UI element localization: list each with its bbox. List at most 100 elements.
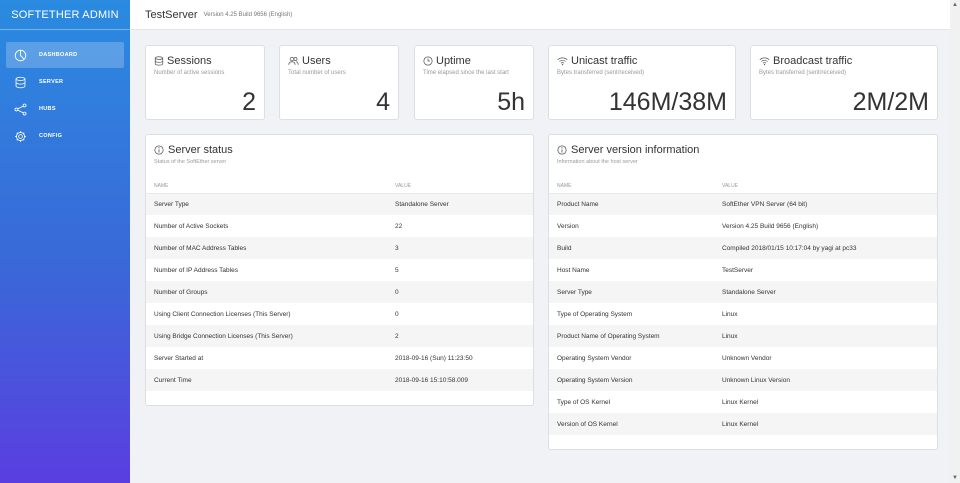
row-name: Server Type bbox=[146, 193, 387, 215]
row-name: Current Time bbox=[146, 369, 387, 391]
server-status-title: Server status bbox=[154, 144, 233, 156]
version-info-title: Server version information bbox=[557, 144, 699, 156]
row-name: Using Client Connection Licenses (This S… bbox=[154, 310, 291, 318]
table-row: Server Started at 2018-09-16 (Sun) 11:23:… bbox=[146, 347, 533, 369]
row-value: Linux bbox=[722, 310, 738, 318]
row-value: Standalone Server bbox=[714, 281, 937, 303]
table-row: Version Version 4.25 Build 9656 (English) bbox=[549, 215, 937, 237]
table-row: Product Name of Operating System Linux bbox=[549, 325, 937, 347]
sidebar-item-dashboard[interactable]: DASHBOARD bbox=[6, 42, 124, 68]
row-value: TestServer bbox=[722, 266, 754, 274]
users-card: Users Total number of users 4 bbox=[279, 45, 399, 120]
vertical-scrollbar[interactable]: ▲ ▼ bbox=[950, 0, 960, 483]
row-value: SoftEther VPN Server (64 bit) bbox=[714, 193, 937, 215]
dashboard-icon bbox=[14, 47, 36, 63]
table-row: Host Name TestServer bbox=[549, 259, 937, 281]
broadcast-card: Broadcast traffic Bytes transferred (sen… bbox=[750, 45, 938, 120]
info-icon bbox=[557, 145, 567, 155]
sidebar-item-hubs[interactable]: HUBS bbox=[6, 96, 124, 122]
row-name: Build bbox=[549, 237, 714, 259]
table-row: Version of OS Kernel Linux Kernel bbox=[549, 413, 937, 435]
server-status-table: NAME VALUE Server Type Standalone Server … bbox=[146, 179, 533, 391]
row-value: Unknown Vendor bbox=[722, 354, 772, 362]
column-header-name: NAME bbox=[146, 179, 387, 194]
table-row: Number of MAC Address Tables 3 bbox=[146, 237, 533, 259]
row-name: Version bbox=[557, 222, 579, 230]
row-name: Product Name of Operating System bbox=[549, 325, 714, 347]
server-status-panel: Server status Status of the SoftEther se… bbox=[145, 134, 534, 406]
wifi-icon bbox=[759, 57, 770, 66]
gear-icon bbox=[14, 128, 36, 144]
broadcast-subtitle: Bytes transferred (sent/received) bbox=[759, 70, 847, 76]
row-value: Linux bbox=[714, 325, 937, 347]
server-name: TestServer bbox=[145, 8, 198, 21]
row-name: Host Name bbox=[557, 266, 590, 274]
sidebar-item-label: CONFIG bbox=[39, 133, 63, 139]
row-name: Number of Groups bbox=[146, 281, 387, 303]
sessions-card: Sessions Number of active sessions 2 bbox=[145, 45, 265, 120]
sidebar-item-label: DASHBOARD bbox=[39, 52, 78, 58]
unicast-value: 146M/38M bbox=[608, 88, 727, 116]
share-icon bbox=[14, 101, 36, 117]
users-value: 4 bbox=[376, 88, 390, 116]
row-value: 22 bbox=[395, 222, 403, 230]
sessions-title: Sessions bbox=[154, 55, 212, 67]
wifi-icon bbox=[557, 57, 568, 66]
table-row: Type of Operating System Linux bbox=[549, 303, 937, 325]
sessions-subtitle: Number of active sessions bbox=[154, 70, 225, 76]
sidebar-item-label: SERVER bbox=[39, 79, 64, 85]
row-value: Linux Kernel bbox=[722, 398, 759, 406]
row-name: Using Bridge Connection Licenses (This S… bbox=[146, 325, 387, 347]
row-value: 5 bbox=[395, 266, 399, 274]
table-row: Product Name SoftEther VPN Server (64 bit… bbox=[549, 193, 937, 215]
sidebar-item-label: HUBS bbox=[39, 106, 56, 112]
version-info-table: NAME VALUE Product Name SoftEther VPN Ser… bbox=[549, 179, 937, 435]
broadcast-title: Broadcast traffic bbox=[759, 55, 852, 67]
row-name: Type of OS Kernel bbox=[557, 398, 611, 406]
row-name: Type of Operating System bbox=[557, 310, 633, 318]
top-bar: TestServer Version 4.25 Build 9656 (Engl… bbox=[130, 0, 950, 30]
row-value: 3 bbox=[387, 237, 533, 259]
table-row: Server Type Standalone Server bbox=[146, 193, 533, 215]
unicast-subtitle: Bytes transferred (sent/received) bbox=[557, 70, 645, 76]
table-header-row: NAME VALUE bbox=[146, 179, 533, 194]
row-value: 0 bbox=[395, 310, 399, 318]
table-row: Using Client Connection Licenses (This S… bbox=[146, 303, 533, 325]
scroll-down-icon[interactable]: ▼ bbox=[950, 475, 960, 481]
row-value: 2018-09-16 15:10:58.009 bbox=[387, 369, 533, 391]
scroll-up-icon[interactable]: ▲ bbox=[950, 2, 960, 8]
table-row: Server Type Standalone Server bbox=[549, 281, 937, 303]
clock-icon bbox=[423, 56, 433, 66]
row-value: Version 4.25 Build 9656 (English) bbox=[722, 222, 819, 230]
broadcast-value: 2M/2M bbox=[852, 88, 929, 116]
version-info-subtitle: Information about the host server bbox=[557, 159, 638, 165]
table-row: Number of IP Address Tables 5 bbox=[146, 259, 533, 281]
table-row: Type of OS Kernel Linux Kernel bbox=[549, 391, 937, 413]
row-name: Number of MAC Address Tables bbox=[146, 237, 387, 259]
unicast-title: Unicast traffic bbox=[557, 55, 637, 67]
table-header-row: NAME VALUE bbox=[549, 179, 937, 194]
row-name: Server Started at bbox=[154, 354, 204, 362]
table-row: Operating System Vendor Unknown Vendor bbox=[549, 347, 937, 369]
sidebar-item-config[interactable]: CONFIG bbox=[6, 123, 124, 149]
row-name: Operating System Vendor bbox=[557, 354, 632, 362]
table-row: Current Time 2018-09-16 15:10:58.009 bbox=[146, 369, 533, 391]
sidebar-item-server[interactable]: SERVER bbox=[6, 69, 124, 95]
column-header-value: VALUE bbox=[714, 179, 937, 194]
sessions-value: 2 bbox=[242, 88, 256, 116]
unicast-card: Unicast traffic Bytes transferred (sent/… bbox=[548, 45, 736, 120]
version-info-panel: Server version information Information a… bbox=[548, 134, 938, 450]
row-value: Compiled 2018/01/15 10:17:04 by yagi at … bbox=[714, 237, 937, 259]
row-name: Operating System Version bbox=[549, 369, 714, 391]
table-row: Build Compiled 2018/01/15 10:17:04 by yag… bbox=[549, 237, 937, 259]
sidebar: SOFTETHER ADMIN DASHBOARD SERVER HUBS CO… bbox=[0, 0, 130, 483]
uptime-title: Uptime bbox=[423, 55, 471, 67]
row-name: Number of Active Sockets bbox=[154, 222, 229, 230]
uptime-subtitle: Time elapsed since the last start bbox=[423, 70, 509, 76]
column-header-value: VALUE bbox=[387, 179, 533, 194]
table-row: Using Bridge Connection Licenses (This S… bbox=[146, 325, 533, 347]
server-version: Version 4.25 Build 9656 (English) bbox=[203, 11, 293, 18]
column-header-name: NAME bbox=[549, 179, 714, 194]
table-row: Number of Groups 0 bbox=[146, 281, 533, 303]
database-icon bbox=[14, 74, 36, 90]
